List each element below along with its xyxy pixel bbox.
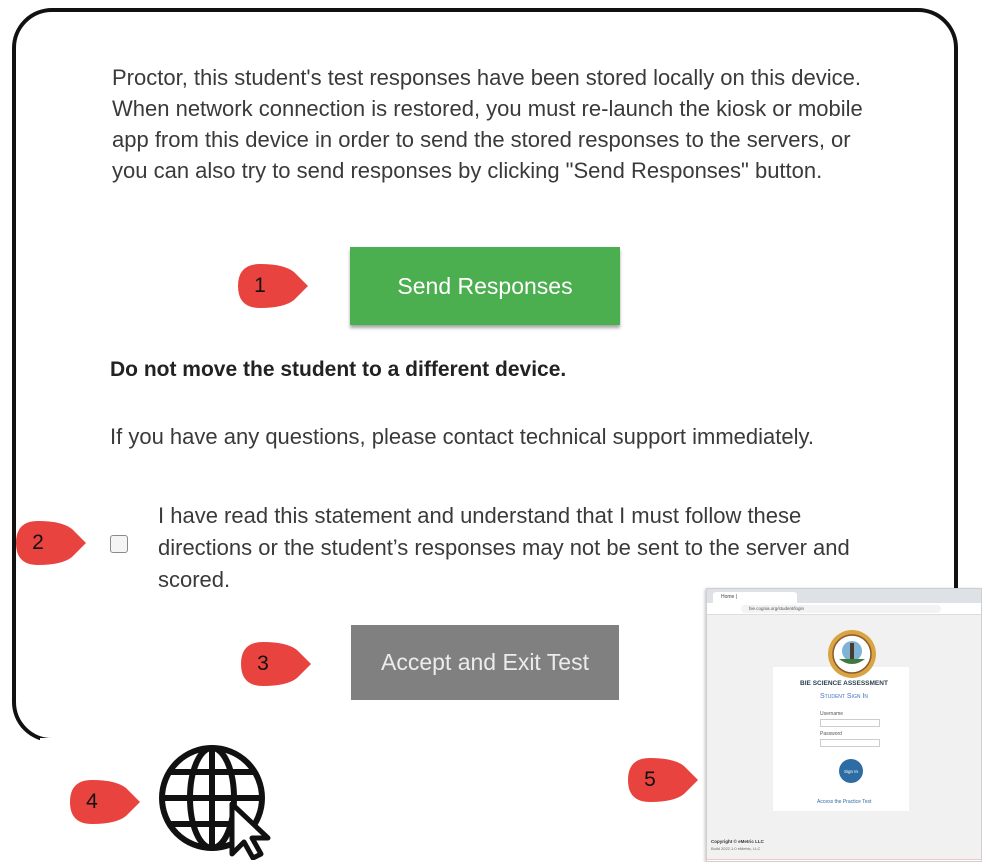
thumbnail-subtitle: Student Sign In bbox=[820, 693, 868, 700]
device-warning: Do not move the student to a different d… bbox=[110, 358, 567, 381]
browser-tab: Home | bbox=[713, 592, 797, 603]
send-responses-button[interactable]: Send Responses bbox=[350, 247, 620, 325]
dialog-bottom-mask bbox=[40, 738, 720, 748]
callout-number: 3 bbox=[257, 652, 269, 675]
browser-address-bar: bie.cognia.org/student/login bbox=[707, 603, 981, 615]
globe-cursor-icon bbox=[159, 745, 271, 860]
callout-number: 1 bbox=[254, 274, 266, 297]
build-text: Build 2022.1.0 eMetric, LLC bbox=[711, 846, 761, 851]
thumbnail-title: BIE SCIENCE ASSESSMENT bbox=[800, 680, 888, 687]
username-label: Username bbox=[820, 711, 844, 717]
student-sign-in-thumbnail: Home | bie.cognia.org/student/login BIE … bbox=[706, 588, 982, 862]
contact-support-text: If you have any questions, please contac… bbox=[110, 424, 814, 449]
callout-marker: 1 bbox=[234, 262, 310, 310]
accept-exit-button[interactable]: Accept and Exit Test bbox=[351, 625, 619, 700]
callout-number: 5 bbox=[644, 768, 656, 791]
callout-number: 4 bbox=[86, 790, 98, 813]
stored-responses-message: Proctor, this student's test responses h… bbox=[112, 65, 863, 183]
browser-tab-bar: Home | bbox=[707, 589, 981, 603]
assessment-seal-icon bbox=[828, 630, 876, 678]
sign-in-button: Sign In bbox=[839, 759, 863, 783]
acknowledgement-text: I have read this statement and understan… bbox=[158, 503, 850, 592]
browser-url: bie.cognia.org/student/login bbox=[741, 605, 941, 613]
acknowledgement-checkbox[interactable] bbox=[110, 535, 128, 553]
password-label: Password bbox=[820, 731, 842, 737]
callout-marker: 2 bbox=[12, 519, 88, 567]
callout-marker: 3 bbox=[237, 640, 313, 688]
password-field bbox=[820, 739, 880, 747]
practice-test-link: Access the Practice Test bbox=[817, 799, 872, 805]
copyright-text: Copyright © eMetric LLC bbox=[711, 839, 764, 844]
username-field bbox=[820, 719, 880, 727]
callout-marker: 5 bbox=[624, 756, 700, 804]
callout-marker: 4 bbox=[66, 778, 142, 826]
callout-number: 2 bbox=[32, 531, 44, 554]
